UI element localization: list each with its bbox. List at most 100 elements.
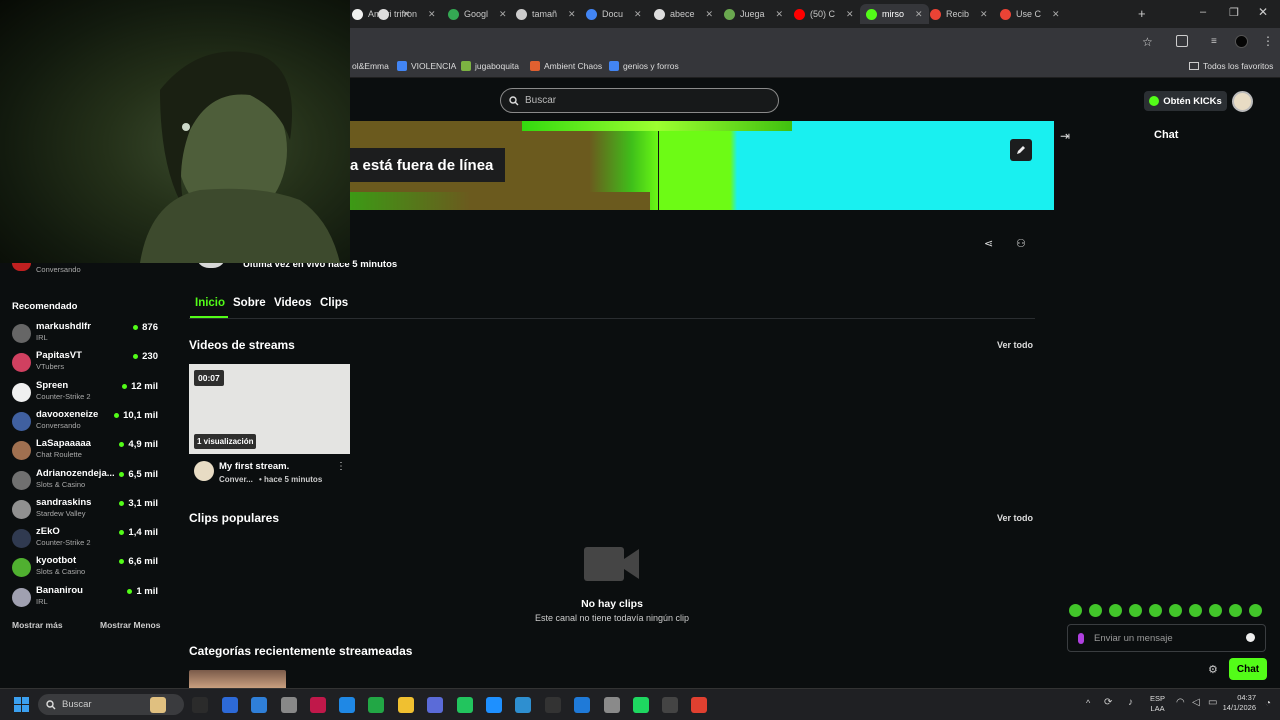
sidebar-channel-item[interactable]: zEkO Counter-Strike 2 1,4 mil <box>12 526 162 553</box>
tab-close-icon[interactable]: ✕ <box>568 9 576 20</box>
bookmark-item[interactable]: ol&Emma <box>352 61 389 71</box>
taskbar-app-icon[interactable] <box>368 697 384 713</box>
emote-icon[interactable] <box>1169 604 1182 617</box>
sidebar-channel-item[interactable]: kyootbot Slots & Casino 6,6 mil <box>12 555 162 582</box>
chat-settings-icon[interactable]: ⚙ <box>1208 663 1218 676</box>
taskbar-app-icon[interactable] <box>251 697 267 713</box>
tab-close-icon[interactable]: ✕ <box>776 9 784 20</box>
manage-user-icon[interactable]: ⚇ <box>1016 237 1026 250</box>
taskbar-app-icon[interactable] <box>150 697 166 713</box>
bookmark-item[interactable]: jugaboquita <box>461 61 519 71</box>
emote-icon[interactable] <box>1089 604 1102 617</box>
taskbar-app-icon[interactable] <box>339 697 355 713</box>
sidebar-channel-item[interactable]: Adrianozendeja... Slots & Casino 6,5 mil <box>12 468 162 495</box>
sidebar-channel-item[interactable]: davooxeneize Conversando 10,1 mil <box>12 409 162 436</box>
category-thumbnail[interactable] <box>189 670 286 688</box>
emote-icon[interactable] <box>1209 604 1222 617</box>
tab-close-icon[interactable]: ✕ <box>706 9 714 20</box>
tab-clips[interactable]: Clips <box>320 297 348 309</box>
extensions-icon[interactable] <box>1176 35 1188 47</box>
tray-mic-icon[interactable]: ♪ <box>1128 697 1133 708</box>
streams-view-all-link[interactable]: Ver todo <box>997 340 1033 350</box>
emote-icon[interactable] <box>1129 604 1142 617</box>
browser-tab[interactable]: abece ✕ <box>654 4 713 24</box>
sidebar-channel-item[interactable]: markushdlfr IRL 876 <box>12 321 162 348</box>
bookmark-star-icon[interactable]: ☆ <box>1142 35 1153 49</box>
emoji-picker-icon[interactable] <box>1246 633 1255 642</box>
share-icon[interactable]: ⋖ <box>984 237 993 250</box>
sidebar-channel-item[interactable]: sandraskins Stardew Valley 3,1 mil <box>12 497 162 524</box>
taskbar-app-icon[interactable] <box>574 697 590 713</box>
video-channel-avatar[interactable] <box>194 461 214 481</box>
taskbar-app-icon[interactable] <box>691 697 707 713</box>
clock[interactable]: 04:37 14/1/2026 <box>1214 693 1256 713</box>
taskbar-app-icon[interactable] <box>398 697 414 713</box>
tab-close-icon[interactable]: ✕ <box>980 9 988 20</box>
taskbar-app-icon[interactable] <box>662 697 678 713</box>
search-input[interactable]: Buscar <box>500 88 779 113</box>
all-bookmarks-folder[interactable]: Todos los favoritos <box>1189 61 1273 71</box>
show-less-link[interactable]: Mostrar Menos <box>100 620 160 630</box>
tab-videos[interactable]: Videos <box>274 297 312 309</box>
browser-tab[interactable]: trifron ✕ <box>378 4 436 24</box>
show-more-link[interactable]: Mostrar más <box>12 620 63 630</box>
maximize-button[interactable]: ❐ <box>1229 6 1239 19</box>
emote-icon[interactable] <box>1149 604 1162 617</box>
sidebar-channel-item[interactable]: LaSapaaaaa Chat Roulette 4,9 mil <box>12 438 162 465</box>
browser-tab[interactable]: tamañ ✕ <box>516 4 576 24</box>
notifications-icon[interactable]: ◔ <box>1265 698 1271 709</box>
browser-tab[interactable]: Juega ✕ <box>724 4 783 24</box>
emote-icon[interactable] <box>1069 604 1082 617</box>
sidebar-channel-item[interactable]: Spreen Counter-Strike 2 12 mil <box>12 380 162 407</box>
user-avatar[interactable] <box>1232 91 1253 112</box>
bookmark-item[interactable]: genios y forros <box>609 61 679 71</box>
language-indicator[interactable]: ESP LAA <box>1150 694 1165 714</box>
edit-banner-button[interactable] <box>1010 139 1032 161</box>
window-close-button[interactable]: ✕ <box>1258 5 1268 19</box>
sidebar-channel-item[interactable]: PapitasVT VTubers 230 <box>12 350 162 377</box>
volume-icon[interactable]: ◁ <box>1192 697 1200 708</box>
tab-close-icon[interactable]: ✕ <box>634 9 642 20</box>
tab-close-icon[interactable]: ✕ <box>499 9 507 20</box>
browser-tab[interactable]: mirso ✕ <box>860 4 929 24</box>
tray-chevron-icon[interactable]: ^ <box>1086 698 1090 708</box>
browser-tab[interactable]: Use C ✕ <box>1000 4 1060 24</box>
taskbar-app-icon[interactable] <box>427 697 443 713</box>
media-controls-icon[interactable]: ≡ <box>1211 36 1217 47</box>
browser-menu-icon[interactable]: ⋮ <box>1262 34 1274 48</box>
taskbar-app-icon[interactable] <box>310 697 326 713</box>
taskbar-app-icon[interactable] <box>515 697 531 713</box>
taskbar-app-icon[interactable] <box>222 697 238 713</box>
video-category[interactable]: Conver... <box>219 475 253 484</box>
bookmark-item[interactable]: Ambient Chaos <box>530 61 602 71</box>
wifi-icon[interactable]: ◠ <box>1176 697 1185 708</box>
emote-icon[interactable] <box>1249 604 1262 617</box>
tab-sobre[interactable]: Sobre <box>233 297 266 309</box>
tab-inicio[interactable]: Inicio <box>195 297 225 309</box>
emote-icon[interactable] <box>1109 604 1122 617</box>
tab-close-icon[interactable]: ✕ <box>1052 9 1060 20</box>
get-kicks-button[interactable]: Obtén KICKs <box>1144 91 1227 111</box>
browser-tab[interactable]: Docu ✕ <box>586 4 642 24</box>
emote-icon[interactable] <box>1189 604 1202 617</box>
emote-icon[interactable] <box>1229 604 1242 617</box>
tab-close-icon[interactable]: ✕ <box>428 9 436 20</box>
taskbar-app-icon[interactable] <box>457 697 473 713</box>
taskbar-app-icon[interactable] <box>281 697 297 713</box>
clips-view-all-link[interactable]: Ver todo <box>997 513 1033 523</box>
video-thumbnail[interactable]: 00:07 1 visualización <box>189 364 350 454</box>
profile-avatar[interactable] <box>1235 35 1248 48</box>
taskbar-app-icon[interactable] <box>633 697 649 713</box>
windows-start-icon[interactable] <box>14 697 29 712</box>
chat-message-input[interactable]: Enviar un mensaje <box>1067 624 1266 652</box>
browser-tab[interactable]: Recib ✕ <box>930 4 988 24</box>
browser-tab[interactable]: Googl ✕ <box>448 4 507 24</box>
bookmark-item[interactable]: VIOLENCIA <box>397 61 456 71</box>
taskbar-app-icon[interactable] <box>545 697 561 713</box>
new-tab-button[interactable]: + <box>1138 6 1146 21</box>
tab-close-icon[interactable]: ✕ <box>915 9 923 20</box>
video-title[interactable]: My first stream. <box>219 461 289 472</box>
taskbar-app-icon[interactable] <box>486 697 502 713</box>
taskbar-app-icon[interactable] <box>192 697 208 713</box>
browser-tab[interactable]: (50) C ✕ <box>794 4 854 24</box>
